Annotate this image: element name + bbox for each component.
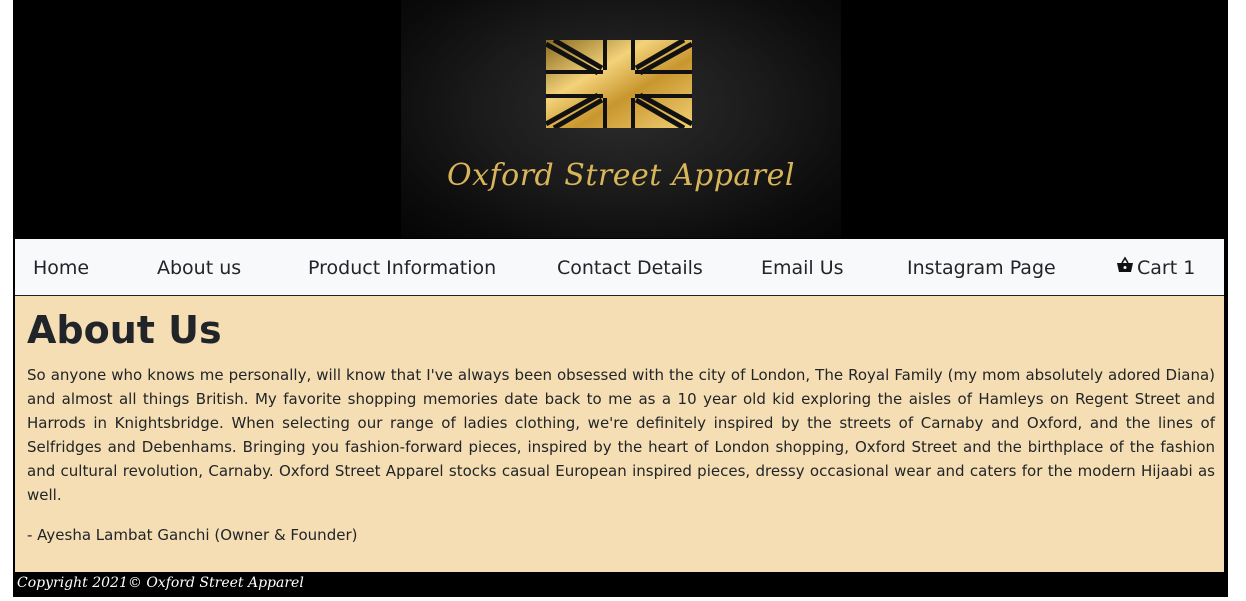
brand-logo-text: Oxford Street Apparel	[447, 158, 795, 193]
nav-instagram-page[interactable]: Instagram Page	[907, 257, 1056, 279]
nav-contact-details[interactable]: Contact Details	[557, 257, 703, 279]
about-paragraph: So anyone who knows me personally, will …	[27, 366, 1215, 504]
nav-home[interactable]: Home	[33, 257, 89, 279]
union-jack-logo-icon	[546, 40, 692, 128]
page-title: About Us	[27, 308, 222, 352]
nav-about-us[interactable]: About us	[157, 257, 241, 279]
shopping-basket-icon[interactable]	[1116, 256, 1134, 274]
nav-product-information[interactable]: Product Information	[308, 257, 496, 279]
page-frame: Oxford Street Apparel Home About us Prod…	[13, 0, 1228, 597]
about-section: About Us So anyone who knows me personal…	[15, 296, 1224, 572]
nav-cart[interactable]: Cart 1	[1137, 257, 1195, 279]
main-navbar: Home About us Product Information Contac…	[15, 239, 1224, 296]
owner-signature: - Ayesha Lambat Ganchi (Owner & Founder)	[27, 526, 358, 544]
nav-email-us[interactable]: Email Us	[761, 257, 844, 279]
header-banner: Oxford Street Apparel	[13, 0, 1228, 238]
footer-copyright: Copyright 2021© Oxford Street Apparel	[17, 575, 304, 591]
